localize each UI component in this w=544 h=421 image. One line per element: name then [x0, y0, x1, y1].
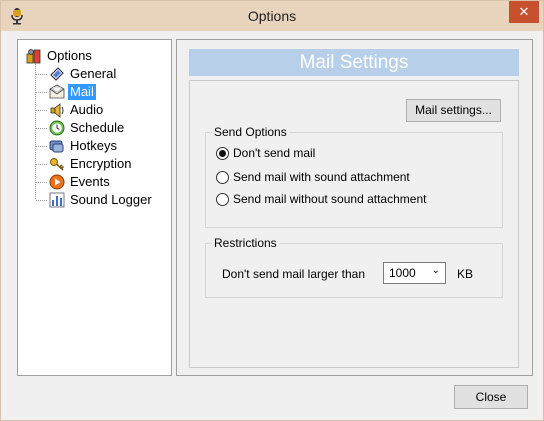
tree-item-events[interactable]: Events	[49, 173, 112, 191]
options-icon	[26, 49, 41, 64]
tree-item-label: Hotkeys	[70, 138, 117, 153]
send-options-legend: Send Options	[212, 125, 289, 139]
tree-item-mail[interactable]: Mail	[49, 83, 96, 101]
tree-item-audio[interactable]: Audio	[49, 101, 105, 119]
window-title: Options	[247, 8, 297, 24]
radio-label: Send mail with sound attachment	[233, 170, 410, 184]
radio-send-without-attachment[interactable]: Send mail without sound attachment	[216, 192, 426, 206]
settings-content: Mail settings... Send Options Don't send…	[189, 80, 519, 368]
options-window: Options ✕ Options General Mail Audio Sch…	[0, 0, 544, 421]
tree-item-label: Encryption	[70, 156, 132, 171]
size-unit-label: KB	[457, 267, 474, 281]
radio-label: Send mail without sound attachment	[233, 192, 427, 206]
restrictions-group: Restrictions Don't send mail larger than…	[205, 236, 503, 298]
restrictions-legend: Restrictions	[212, 236, 279, 250]
tree-item-label: Options	[47, 48, 92, 63]
section-header: Mail Settings	[189, 49, 519, 76]
send-options-group: Send Options Don't send mail Send mail w…	[205, 125, 503, 228]
tree-item-general[interactable]: General	[49, 65, 118, 83]
section-title: Mail Settings	[299, 52, 409, 73]
client-area: Options General Mail Audio Schedule Hotk…	[8, 31, 537, 415]
speaker-icon	[50, 103, 64, 118]
tree-item-label: Audio	[70, 102, 104, 117]
clock-icon	[49, 120, 65, 136]
select-value: 1000	[389, 266, 416, 280]
chart-icon	[49, 192, 65, 208]
tree-item-schedule[interactable]: Schedule	[49, 119, 126, 137]
mail-settings-pane: Mail Settings Mail settings... Send Opti…	[176, 39, 533, 376]
mail-icon	[49, 84, 65, 99]
mail-settings-button[interactable]: Mail settings...	[406, 99, 501, 122]
radio-label: Don't send mail	[233, 146, 316, 160]
radio-dont-send-mail[interactable]: Don't send mail	[216, 146, 315, 160]
close-button[interactable]: Close	[454, 385, 528, 409]
close-icon: ✕	[518, 4, 530, 19]
radio-send-with-attachment[interactable]: Send mail with sound attachment	[216, 170, 410, 184]
key-icon	[50, 158, 65, 171]
tree-item-label: Sound Logger	[70, 192, 152, 207]
tree-item-options[interactable]: Options	[26, 47, 94, 65]
tree-item-label: Mail	[68, 84, 96, 100]
options-tree[interactable]: Options General Mail Audio Schedule Hotk…	[17, 39, 172, 376]
title-bar: Options ✕	[1, 1, 543, 31]
tree-item-sound-logger[interactable]: Sound Logger	[49, 191, 154, 209]
radio-button[interactable]	[216, 146, 229, 160]
tree-item-hotkeys[interactable]: Hotkeys	[49, 137, 119, 155]
radio-button[interactable]	[216, 192, 229, 206]
play-icon	[49, 174, 65, 190]
chevron-down-icon: ⌄	[431, 265, 440, 276]
general-icon	[50, 67, 64, 81]
radio-button[interactable]	[216, 170, 229, 184]
max-size-select[interactable]: 1000 ⌄	[383, 262, 446, 284]
tree-item-label: Schedule	[70, 120, 125, 135]
tree-item-encryption[interactable]: Encryption	[49, 155, 133, 173]
window-close-button[interactable]: ✕	[509, 1, 539, 23]
hotkeys-icon	[49, 140, 64, 153]
tree-item-label: General	[70, 66, 117, 81]
tree-item-label: Events	[70, 174, 110, 189]
max-size-label: Don't send mail larger than	[222, 267, 366, 281]
